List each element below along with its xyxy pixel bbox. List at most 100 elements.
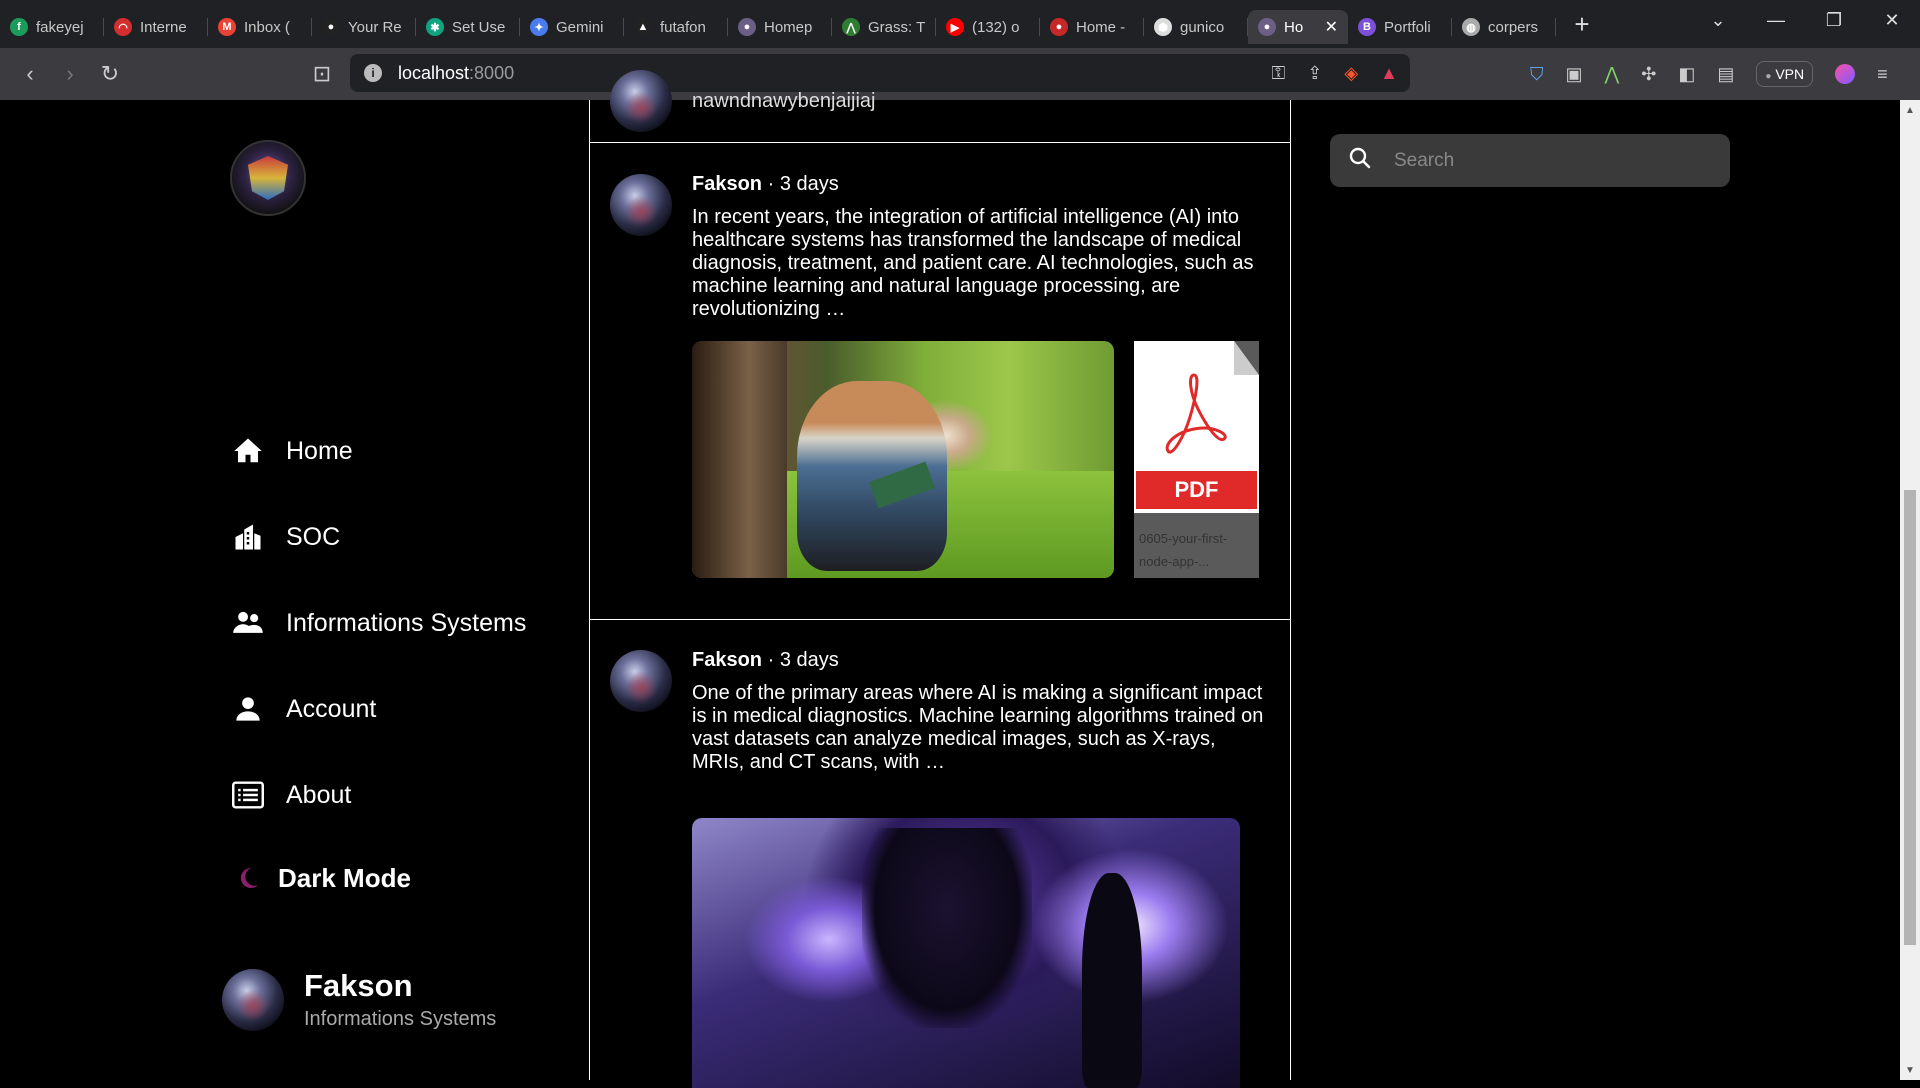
search-box[interactable] [1330,134,1730,187]
browser-tab[interactable]: ⋀ Grass: T [832,10,936,44]
sidebar-item-account[interactable]: Account [232,693,376,725]
profile-name: Fakson [304,968,413,1003]
bookmark-icon[interactable]: ⊡ [302,54,342,94]
address-bar[interactable]: i localhost:8000 ⚿ ⇪ ◈ ▲ [350,54,1410,92]
search-icon [1348,146,1372,175]
browser-tab[interactable]: f fakeyej [0,10,104,44]
post-header: Fakson · 3 days [692,173,839,196]
vpn-button[interactable]: ● VPN [1756,61,1814,87]
close-window-button[interactable]: ✕ [1864,0,1920,40]
tab-title: gunico [1180,18,1225,36]
vpn-label: VPN [1775,66,1805,82]
sidebar-item-label: Informations Systems [286,608,527,637]
post-text: In recent years, the integration of arti… [692,206,1254,320]
sidebar-item-about[interactable]: About [232,779,351,811]
browser-tab[interactable]: ◠ Interne [104,10,208,44]
tab-title: fakeyej [36,18,84,36]
post-divider [590,619,1290,620]
tab-favicon-icon: ◍ [1462,18,1480,36]
pdf-fold [1234,341,1259,375]
sidebar-item-label: SOC [286,522,341,551]
user-icon [232,693,264,725]
close-tab-icon[interactable]: ✕ [1325,17,1338,37]
forward-button[interactable]: › [50,54,90,94]
tab-favicon-icon: ⬢ [1154,18,1172,36]
new-tab-button[interactable]: + [1564,6,1600,42]
sidebar-item-soc[interactable]: SOC [232,521,340,553]
back-button[interactable]: ‹ [10,54,50,94]
scrollbar-thumb[interactable] [1904,490,1916,945]
shield-extension-icon[interactable]: ⛉ [1530,64,1544,85]
post-author[interactable]: Fakson [692,649,762,671]
tab-title: (132) o [972,18,1020,36]
tab-title: Interne [140,18,187,36]
site-logo[interactable] [230,140,306,216]
dark-mode-toggle[interactable]: Dark Mode [232,862,411,894]
browser-tab[interactable]: ✦ Gemini [520,10,624,44]
sidebar-item-informations-systems[interactable]: Informations Systems [232,607,526,639]
restore-button[interactable]: ❐ [1806,0,1862,40]
scroll-down-icon[interactable]: ▼ [1900,1060,1920,1080]
image-figure [1082,873,1142,1088]
browser-tab[interactable]: ▶ (132) o [936,10,1040,44]
brave-shields-icon[interactable]: ◈ [1344,63,1358,84]
share-icon[interactable]: ⇪ [1307,63,1322,84]
pdf-attachment[interactable]: PDF 0605-your-first-node-app-... [1134,341,1259,578]
tab-favicon-icon: ● [1258,18,1276,36]
sidebar-item-label: Home [286,436,353,465]
browser-tab[interactable]: ● Home - [1040,10,1144,44]
tab-title: corpers [1488,18,1539,36]
post-time: 3 days [779,649,839,671]
grass-extension-icon[interactable]: ⋀ [1605,64,1620,85]
image-extension-icon[interactable]: ▣ [1566,64,1583,85]
tab-title: Inbox ( [244,18,290,36]
browser-toolbar: ‹ › ↻ ⊡ i localhost:8000 ⚿ ⇪ ◈ ▲ ⛉ ▣ ⋀ ✣… [0,48,1920,100]
browser-tab-strip: f fakeyej ◠ Interne M Inbox ( ● Your Re ✱ Set Use… [0,0,1920,48]
pdf-filename: 0605-your-first-node-app-... [1139,531,1228,569]
pdf-label: PDF [1136,471,1257,509]
browser-tab[interactable]: B Portfoli [1348,10,1452,44]
post-feed: nawndnawybenjaijiaj Fakson · 3 days In r… [589,70,1291,1088]
page-scrollbar[interactable]: ▲ ▼ [1900,100,1920,1080]
dark-mode-label: Dark Mode [278,862,411,893]
partial-post-text: nawndnawybenjaijiaj [692,90,876,112]
tab-favicon-icon: M [218,18,236,36]
browser-tab[interactable]: M Inbox ( [208,10,312,44]
tab-favicon-icon: ▶ [946,18,964,36]
reload-button[interactable]: ↻ [90,54,130,94]
browser-tab[interactable]: ● Homep [728,10,832,44]
post-image[interactable] [692,818,1240,1088]
browser-tab-active[interactable]: ● Ho ✕ [1248,10,1348,44]
tab-title: futafon [660,18,706,36]
browser-tab[interactable]: ⬢ gunico [1144,10,1248,44]
search-input[interactable] [1394,149,1714,172]
post-image[interactable] [692,341,1114,578]
list-icon [232,779,264,811]
site-info-icon[interactable]: i [364,64,382,82]
post-avatar [610,650,672,712]
menu-icon[interactable]: ≡ [1877,64,1888,85]
sidebar-item-home[interactable]: Home [232,435,353,467]
minimize-button[interactable]: — [1748,0,1804,40]
brave-rewards-icon[interactable]: ▲ [1380,63,1398,84]
browser-tab[interactable]: ▲ futafon [624,10,728,44]
profile-avatar-icon[interactable] [1835,64,1856,84]
tab-favicon-icon: B [1358,18,1376,36]
extensions-puzzle-icon[interactable]: ✣ [1641,64,1656,85]
browser-tab[interactable]: ✱ Set Use [416,10,520,44]
tab-title: Homep [764,18,813,36]
post-header: Fakson · 3 days [692,649,839,672]
scroll-up-icon[interactable]: ▲ [1900,100,1920,120]
sidebar-toggle-icon[interactable]: ◧ [1678,64,1695,85]
wallet-icon[interactable]: ▤ [1717,64,1734,85]
tab-search-dropdown-icon[interactable]: ⌄ [1690,0,1746,40]
password-key-icon[interactable]: ⚿ [1272,63,1286,84]
post-author[interactable]: Fakson [692,173,762,195]
user-profile-card[interactable]: Fakson Informations Systems [222,968,496,1031]
tab-title: Ho [1284,18,1304,36]
browser-tab[interactable]: ◍ corpers [1452,10,1556,44]
tab-favicon-icon: ⋀ [842,18,860,36]
image-creature [862,828,1032,1028]
post-separator: · [767,173,775,195]
browser-tab[interactable]: ● Your Re [312,10,416,44]
